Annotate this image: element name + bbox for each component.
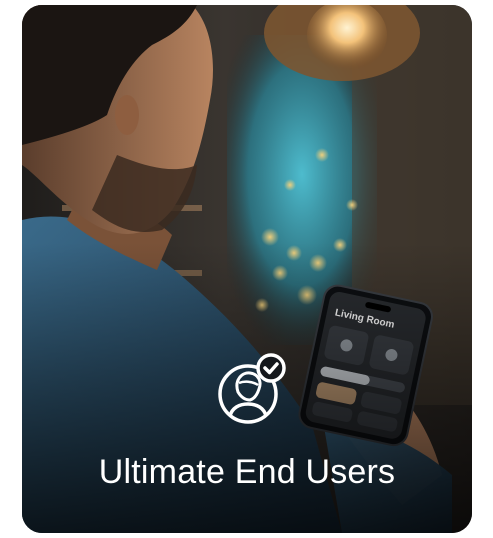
end-users-card[interactable]: Living Room Ultimate End Users: [22, 5, 472, 533]
card-title: Ultimate End Users: [98, 453, 396, 491]
user-check-icon: [218, 353, 286, 424]
person-ear: [115, 95, 139, 135]
